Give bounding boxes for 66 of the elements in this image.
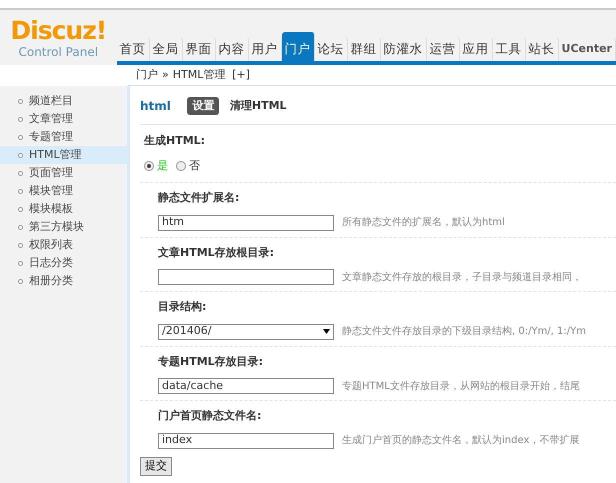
field-hint: 静态文件文件存放目录的下级目录结构, 0:/Ym/, 1:/Ym bbox=[342, 324, 586, 339]
nav-tab[interactable]: 应用 bbox=[460, 37, 493, 61]
bullet-icon bbox=[18, 260, 23, 266]
logo-title: Discuz! bbox=[9, 18, 108, 43]
field-hint: 生成门户首页的静态文件名，默认为index，不带扩展 bbox=[342, 434, 580, 448]
input-field[interactable]: index bbox=[158, 432, 334, 448]
breadcrumb-link[interactable]: 门户 bbox=[136, 66, 158, 84]
field-label: 文章HTML存放根目录: bbox=[158, 244, 276, 260]
radio-label: 是 bbox=[156, 158, 168, 174]
radio-button[interactable] bbox=[144, 160, 154, 171]
radio-label: 否 bbox=[188, 158, 200, 174]
input-field[interactable] bbox=[158, 269, 334, 285]
input-field[interactable]: htm bbox=[158, 214, 334, 230]
input-field[interactable]: data/cache bbox=[158, 378, 334, 394]
bullet-icon bbox=[18, 98, 23, 104]
section-title: html bbox=[140, 98, 171, 115]
field-label: 目录结构: bbox=[158, 299, 208, 315]
breadcrumb-current: HTML管理 bbox=[172, 66, 226, 83]
sidebar-item[interactable]: 页面管理 bbox=[0, 164, 127, 182]
bullet-icon bbox=[18, 116, 23, 122]
bullet-icon bbox=[18, 278, 23, 284]
sidebar-item[interactable]: 专题管理 bbox=[0, 128, 127, 146]
sidebar-item[interactable]: 权限列表 bbox=[0, 236, 127, 254]
nav-tab[interactable]: 全局 bbox=[150, 37, 183, 61]
sidebar-item[interactable]: 第三方模块 bbox=[0, 218, 127, 236]
field-label: 生成HTML: bbox=[144, 133, 206, 149]
bullet-icon bbox=[18, 242, 23, 248]
select-field[interactable]: /201406/ bbox=[158, 324, 334, 340]
section-tab[interactable]: 设置 bbox=[187, 96, 220, 116]
field-hint: 专题HTML文件存放目录，从网站的根目录开始，结尾 bbox=[342, 380, 580, 394]
submit-button[interactable]: 提交 bbox=[140, 457, 172, 476]
nav-tab[interactable]: UCenter bbox=[558, 38, 616, 61]
bullet-icon bbox=[18, 134, 23, 140]
nav-tab[interactable]: 门户 bbox=[282, 32, 315, 61]
sidebar-item[interactable]: 文章管理 bbox=[0, 110, 127, 128]
add-shortcut-link[interactable]: [+] bbox=[232, 66, 250, 84]
bullet-icon bbox=[18, 188, 23, 194]
nav-tab[interactable]: 论坛 bbox=[314, 37, 348, 61]
bullet-icon bbox=[18, 224, 23, 230]
field-hint: 文章静态文件存放的根目录，子目录与频道目录相同， bbox=[342, 270, 582, 284]
sidebar-item[interactable]: 相册分类 bbox=[0, 272, 127, 290]
nav-tab[interactable]: 界面 bbox=[182, 37, 216, 61]
caret-icon bbox=[323, 329, 330, 334]
field-label: 门户首页静态文件名: bbox=[158, 408, 262, 424]
sidebar-item[interactable]: 频道栏目 bbox=[0, 92, 127, 110]
nav-tab[interactable]: 内容 bbox=[216, 37, 249, 61]
breadcrumb-separator: » bbox=[162, 66, 169, 83]
nav-tab[interactable]: 工具 bbox=[492, 37, 526, 61]
section-tab[interactable]: 清理HTML bbox=[224, 96, 292, 116]
field-label: 静态文件扩展名: bbox=[158, 190, 240, 206]
nav-tab[interactable]: 群组 bbox=[348, 37, 381, 61]
sidebar-item[interactable]: 模块模板 bbox=[0, 200, 127, 218]
sidebar-item[interactable]: 模块管理 bbox=[0, 182, 127, 200]
nav-tab[interactable]: 站长 bbox=[526, 37, 559, 61]
nav-tab[interactable]: 首页 bbox=[116, 37, 150, 61]
bullet-icon bbox=[18, 152, 23, 158]
nav-tab[interactable]: 运营 bbox=[426, 37, 460, 61]
sidebar-item[interactable]: HTML管理 bbox=[0, 146, 127, 164]
nav-tab[interactable]: 防灌水 bbox=[380, 37, 427, 61]
radio-button[interactable] bbox=[176, 160, 186, 171]
logo-subtitle: Control Panel bbox=[17, 44, 100, 61]
bullet-icon bbox=[18, 170, 23, 176]
field-label: 专题HTML存放目录: bbox=[158, 354, 264, 370]
sidebar-item[interactable]: 日志分类 bbox=[0, 254, 127, 272]
field-hint: 所有静态文件的扩展名，默认为html bbox=[342, 216, 505, 230]
bullet-icon bbox=[18, 206, 23, 212]
